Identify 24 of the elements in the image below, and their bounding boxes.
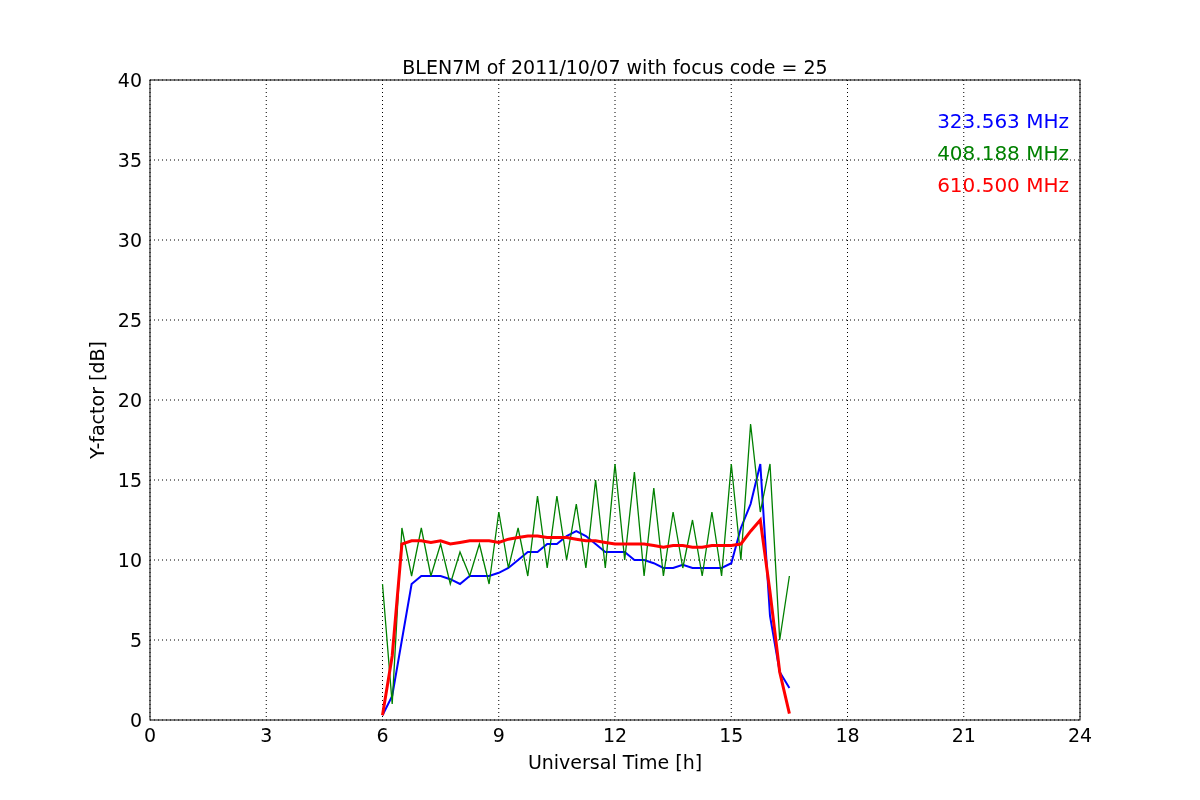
legend-label: 323.563 MHz [937,109,1069,133]
tick-label: 18 [835,724,860,746]
tick-label: 30 [117,229,142,251]
tick-label: 40 [117,69,142,91]
tick-label: 6 [376,724,389,746]
tick-label: 9 [492,724,505,746]
legend-label: 408.188 MHz [937,141,1069,165]
tick-label: 12 [602,724,628,746]
legend-label: 610.500 MHz [937,173,1069,197]
y-axis-label: Y-factor [dB] [86,341,108,459]
tick-label: 15 [117,469,142,491]
x-axis-label: Universal Time [h] [527,751,703,773]
chart-title: BLEN7M of 2011/10/07 with focus code = 25 [402,56,828,78]
tick-label: 0 [143,724,157,746]
tick-label: 20 [117,389,142,411]
tick-label: 3 [260,724,273,746]
tick-label: 25 [117,309,142,331]
tick-label: 21 [951,724,976,746]
tick-label: 24 [1067,724,1093,746]
tick-label: 15 [719,724,744,746]
tick-label: 10 [117,549,142,571]
tick-label: 35 [117,149,142,171]
tick-label: 0 [129,709,142,731]
tick-label: 5 [129,629,142,651]
